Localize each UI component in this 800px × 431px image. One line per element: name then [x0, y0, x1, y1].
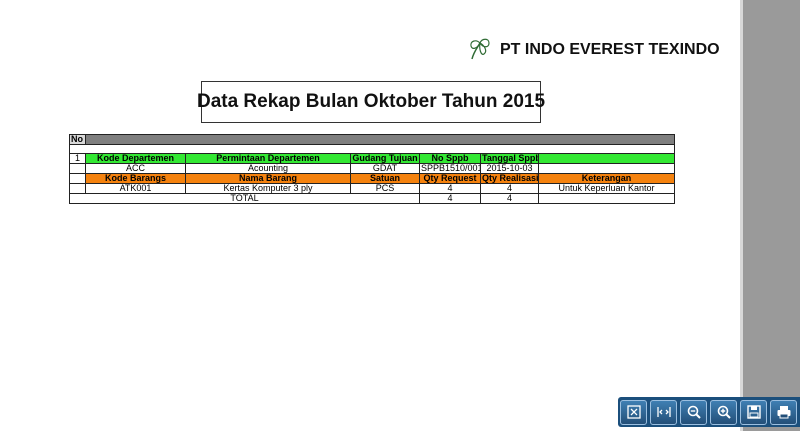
header-cell: Satuan	[350, 173, 420, 184]
header-cell: Nama Barang	[185, 173, 351, 184]
header-cell: Kode Barangs	[85, 173, 186, 184]
table-cell: Untuk Keperluan Kantor	[538, 183, 675, 194]
table-cell: ACC	[85, 163, 186, 174]
print-button[interactable]	[770, 399, 797, 425]
zoom-out-icon	[687, 405, 701, 419]
no-header: No	[69, 134, 86, 145]
no-header-bar	[85, 134, 675, 145]
table-cell: Kertas Komputer 3 ply	[185, 183, 351, 194]
zoom-in-icon	[717, 405, 731, 419]
total-label: TOTAL	[69, 193, 420, 204]
viewer-edge	[740, 0, 743, 431]
table-row	[69, 144, 675, 154]
table-row: ACC Acounting GDAT SPPB1510/001 2015-10-…	[69, 163, 675, 174]
table-cell: PCS	[350, 183, 420, 194]
table-cell: 2015-10-03	[480, 163, 539, 174]
fit-width-button[interactable]	[650, 399, 677, 425]
report-title: Data Rekap Bulan Oktober Tahun 2015	[197, 81, 545, 123]
empty-cell	[69, 173, 86, 184]
table-cell: Acounting	[185, 163, 351, 174]
table-cell: ATK001	[85, 183, 186, 194]
empty-cell	[538, 193, 675, 204]
table-row: No	[69, 134, 675, 145]
table-cell: 4	[480, 183, 539, 194]
total-realisasi: 4	[480, 193, 539, 204]
save-icon	[746, 405, 761, 419]
table-row: ATK001 Kertas Komputer 3 ply PCS 4 4 Unt…	[69, 183, 675, 194]
header-cell: No Sppb	[419, 153, 481, 164]
empty-cell	[69, 163, 86, 174]
spacer-cell	[69, 144, 675, 154]
cotton-flower-icon	[470, 38, 490, 60]
report-table: No 1 Kode Departemen Permintaan Departem…	[69, 134, 675, 204]
table-cell: 4	[419, 183, 481, 194]
header-cell	[538, 153, 675, 164]
header-cell: Gudang Tujuan	[350, 153, 420, 164]
total-row: TOTAL 4 4	[69, 193, 675, 204]
zoom-out-button[interactable]	[680, 399, 707, 425]
header-cell: Keterangan	[538, 173, 675, 184]
empty-cell	[538, 163, 675, 174]
table-cell: SPPB1510/001	[419, 163, 481, 174]
print-icon	[777, 406, 790, 419]
fit-width-icon	[656, 407, 671, 417]
header-cell: Permintaan Departemen	[185, 153, 351, 164]
table-row: 1 Kode Departemen Permintaan Departemen …	[69, 153, 675, 164]
row-number: 1	[69, 153, 86, 164]
header-cell: Qty Realisasi	[480, 173, 539, 184]
fit-page-icon	[626, 405, 641, 419]
header-cell: Kode Departemen	[85, 153, 186, 164]
empty-cell	[69, 183, 86, 194]
total-request: 4	[419, 193, 481, 204]
viewer-toolbar	[618, 397, 800, 427]
zoom-in-button[interactable]	[710, 399, 737, 425]
save-button[interactable]	[740, 399, 767, 425]
header-cell: Qty Request	[419, 173, 481, 184]
company-name: PT INDO EVEREST TEXINDO	[500, 41, 720, 58]
report-page: PT INDO EVEREST TEXINDO Data Rekap Bulan…	[0, 0, 740, 431]
fit-page-button[interactable]	[620, 399, 647, 425]
table-cell: GDAT	[350, 163, 420, 174]
table-row: Kode Barangs Nama Barang Satuan Qty Requ…	[69, 173, 675, 184]
header-cell: Tanggal Sppb	[480, 153, 539, 164]
